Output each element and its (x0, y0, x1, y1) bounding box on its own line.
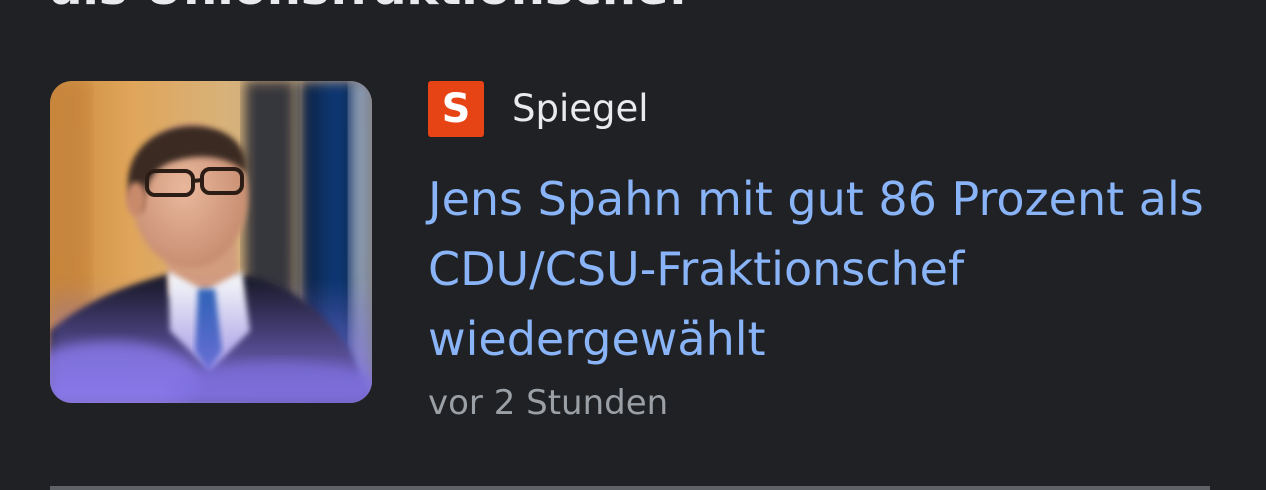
divider (50, 486, 1210, 490)
source-row: S Spiegel (428, 81, 649, 137)
spiegel-logo-icon: S (428, 81, 484, 137)
portrait-photo (50, 81, 372, 403)
article-timestamp: vor 2 Stunden (428, 383, 669, 423)
spiegel-logo-letter: S (441, 86, 471, 132)
article-headline-link[interactable]: Jens Spahn mit gut 86 Prozent als CDU/CS… (428, 164, 1218, 374)
article-thumbnail[interactable] (50, 81, 372, 403)
news-card[interactable]: S Spiegel Jens Spahn mit gut 86 Prozent … (0, 0, 1266, 490)
source-name: Spiegel (512, 87, 649, 130)
